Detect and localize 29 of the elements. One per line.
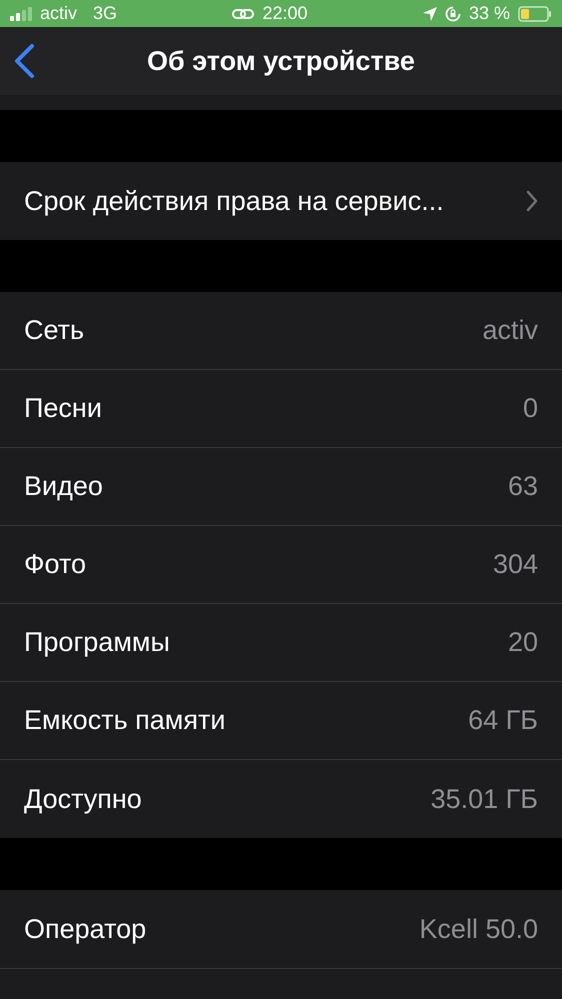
row-label: Сеть (24, 314, 84, 348)
row-value: activ (482, 314, 538, 348)
row-label: Срок действия права на сервис... (24, 184, 444, 218)
battery-percent: 33 % (468, 2, 510, 25)
row-value: 63 (508, 470, 538, 504)
row-value: 64 ГБ (468, 704, 538, 738)
signal-icon (10, 6, 32, 20)
back-icon[interactable] (12, 43, 36, 79)
clock-time: 22:00 (262, 2, 308, 25)
chevron-icon (526, 190, 538, 212)
row-value: 35.01 ГБ (430, 782, 538, 816)
location-arrow-icon (422, 6, 437, 20)
row-value: 20 (508, 626, 538, 660)
row-value: 304 (492, 548, 538, 582)
carrier-name: activ (40, 2, 78, 25)
network-type: 3G (93, 2, 118, 25)
row-value: Kcell 50.0 (419, 912, 538, 946)
rotation-lock-icon (444, 6, 461, 22)
row-label: Программы (24, 626, 170, 660)
screen-title: Об этом устройстве (147, 44, 415, 78)
row-label: Видео (24, 470, 103, 504)
link-icon (232, 8, 254, 20)
row-label: Песни (24, 392, 102, 426)
row-label: Емкость памяти (24, 704, 226, 738)
battery-icon (518, 6, 552, 22)
row-label: Фото (24, 548, 86, 582)
row-value: 0 (522, 392, 538, 426)
row-label: Оператор (24, 912, 146, 946)
row-label: Доступно (24, 782, 142, 816)
